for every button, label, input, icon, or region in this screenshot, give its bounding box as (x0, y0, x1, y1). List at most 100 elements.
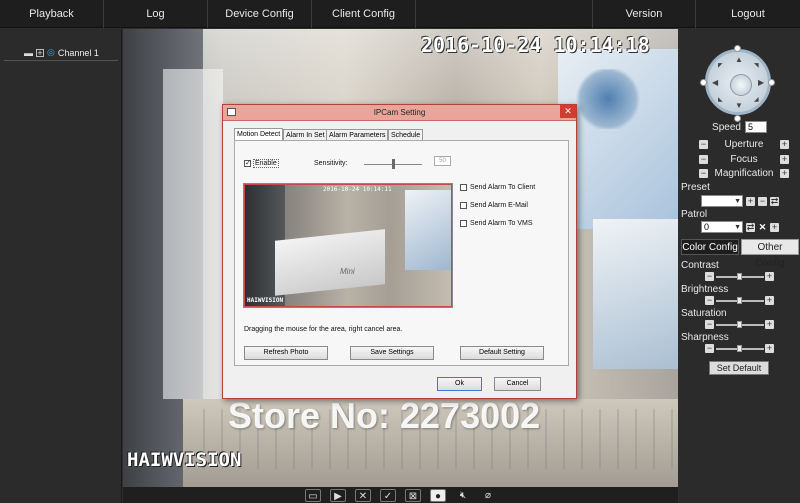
alarm-option[interactable]: Send Alarm E-Mail (460, 202, 528, 209)
cancel-button[interactable]: Cancel (494, 377, 541, 391)
drag-hint: Dragging the mouse for the area, right c… (244, 326, 403, 333)
speed-row: Speed 5 (679, 120, 800, 134)
brightness-slider-knob[interactable] (737, 297, 742, 304)
preset-row: ▼ + − ⇄ (679, 194, 800, 208)
patrol-label: Patrol (681, 209, 708, 220)
alarm-label: Send Alarm To Client (470, 184, 536, 192)
menu-device-config[interactable]: Device Config (208, 0, 312, 28)
preset-add-button[interactable]: + (746, 196, 755, 206)
enable-checkbox[interactable]: ✓ (244, 160, 251, 167)
uperture-plus-button[interactable]: + (780, 139, 789, 149)
store-watermark: Store No: 2273002 (228, 395, 541, 436)
menu-version[interactable]: Version (592, 0, 696, 28)
alarm-checkbox[interactable] (460, 220, 467, 227)
ptz-upright-icon[interactable]: ◥ (754, 62, 759, 69)
ptz-downleft-icon[interactable]: ◣ (718, 96, 723, 103)
ptz-control-panel: ▲ ▼ ◀ ▶ ◤ ◥ ◣ ◢ Speed 5 − Uperture + − F… (679, 29, 800, 503)
ptz-center-button[interactable] (730, 74, 752, 96)
enable-checkbox-row[interactable]: ✓ Enable (244, 159, 279, 169)
ptz-left-icon[interactable]: ◀ (712, 78, 718, 87)
video-pillar (163, 69, 223, 399)
play-icon[interactable]: ▶ (330, 488, 346, 502)
camera-icon: ▬ (24, 47, 33, 58)
contrast-minus-button[interactable]: − (705, 272, 714, 281)
close-icon[interactable]: ✕ (560, 105, 576, 118)
uperture-row: − Uperture + (679, 137, 800, 151)
alarm-option[interactable]: Send Alarm To Client (460, 184, 535, 191)
preset-remove-button[interactable]: − (758, 196, 767, 206)
speed-select[interactable]: 5 (744, 121, 767, 133)
focus-plus-button[interactable]: + (780, 154, 789, 164)
saturation-minus-button[interactable]: − (705, 320, 714, 329)
stop-icon[interactable]: ✕ (355, 488, 371, 502)
snapshot-icon[interactable]: ● (430, 488, 446, 502)
brightness-plus-button[interactable]: + (765, 296, 774, 305)
slider-label-contrast: Contrast (681, 260, 719, 271)
preset-select[interactable]: ▼ (701, 195, 743, 207)
alarm-checkbox[interactable] (460, 184, 467, 191)
menu-client-config[interactable]: Client Config (312, 0, 416, 28)
contrast-slider-knob[interactable] (737, 273, 742, 280)
patrol-run-icon[interactable]: ⇄ (746, 222, 755, 232)
saturation-plus-button[interactable]: + (765, 320, 774, 329)
focus-label: Focus (730, 153, 758, 165)
sensitivity-value[interactable]: 50 (434, 156, 451, 166)
dialog-titlebar[interactable]: IPCam Setting ✕ (223, 105, 576, 121)
patrol-stop-icon[interactable]: ✕ (758, 222, 767, 232)
slider-label-sharpness: Sharpness (681, 332, 729, 343)
patrol-row: 0 ▼ ⇄ ✕ + (679, 220, 800, 234)
default-setting-button[interactable]: Default Setting (460, 346, 544, 360)
channel-item[interactable]: ▬ + ◎ Channel 1 (4, 45, 118, 61)
sensitivity-slider-knob[interactable] (392, 159, 395, 169)
channel-status-icon: ◎ (47, 47, 55, 57)
ptz-downright-icon[interactable]: ◢ (754, 96, 759, 103)
alarm-option[interactable]: Send Alarm To VMS (460, 220, 533, 227)
patrol-value: 0 (704, 222, 710, 232)
ptz-joystick[interactable]: ▲ ▼ ◀ ▶ ◤ ◥ ◣ ◢ (705, 49, 771, 115)
expand-icon[interactable]: + (36, 48, 44, 57)
menu-logout[interactable]: Logout (696, 0, 800, 28)
set-default-button[interactable]: Set Default (709, 361, 769, 375)
uperture-minus-button[interactable]: − (699, 139, 708, 149)
brightness-minus-button[interactable]: − (705, 296, 714, 305)
focus-minus-button[interactable]: − (699, 154, 708, 164)
tab-color-config[interactable]: Color Config (681, 239, 739, 255)
patrol-add-button[interactable]: + (770, 222, 779, 232)
magnification-plus-button[interactable]: + (780, 168, 789, 178)
magnification-row: − Magnification + (679, 166, 800, 180)
ptz-right-icon[interactable]: ▶ (758, 78, 764, 87)
ptz-upleft-icon[interactable]: ◤ (718, 62, 723, 69)
sharpness-slider-knob[interactable] (737, 345, 742, 352)
video-box-graphic (573, 69, 643, 129)
contrast-plus-button[interactable]: + (765, 272, 774, 281)
save-settings-button[interactable]: Save Settings (350, 346, 434, 360)
alarm-checkbox[interactable] (460, 202, 467, 209)
mute-icon[interactable]: 🔇︎ (455, 489, 471, 502)
uperture-label: Uperture (724, 138, 764, 150)
ipcam-setting-dialog: IPCam Setting ✕ Motion Detect Alarm In S… (222, 104, 577, 399)
sharpness-plus-button[interactable]: + (765, 344, 774, 353)
refresh-photo-button[interactable]: Refresh Photo (244, 346, 328, 360)
ptz-down-icon[interactable]: ▼ (735, 101, 743, 110)
motion-area-preview[interactable]: Mini 2016-10-24 10:14:11 HAIWVISION (244, 184, 452, 307)
tab-other-config[interactable]: Other Config (741, 239, 799, 269)
menu-playback[interactable]: Playback (0, 0, 104, 28)
ok-button[interactable]: Ok (437, 377, 482, 391)
monitor-icon[interactable]: ▭ (305, 488, 321, 502)
preset-goto-icon[interactable]: ⇄ (770, 196, 779, 206)
magnification-minus-button[interactable]: − (699, 168, 708, 178)
saturation-slider-knob[interactable] (737, 321, 742, 328)
menu-log[interactable]: Log (104, 0, 208, 28)
camera-brand-overlay: HAIWVISION (127, 449, 242, 471)
sharpness-minus-button[interactable]: − (705, 344, 714, 353)
enable-label: Enable (252, 159, 279, 169)
close-all-icon[interactable]: ⊠ (405, 488, 421, 502)
preview-brand: HAIWVISION (247, 297, 284, 304)
ptz-up-icon[interactable]: ▲ (735, 55, 743, 64)
record-icon[interactable]: ✓ (380, 488, 396, 502)
preset-label: Preset (681, 182, 710, 193)
magnification-label: Magnification (714, 167, 774, 179)
video-timestamp: 2016-10-24 10:14:18 (421, 33, 650, 57)
talk-icon[interactable]: ⌀ (480, 489, 496, 502)
patrol-select[interactable]: 0 ▼ (701, 221, 743, 233)
